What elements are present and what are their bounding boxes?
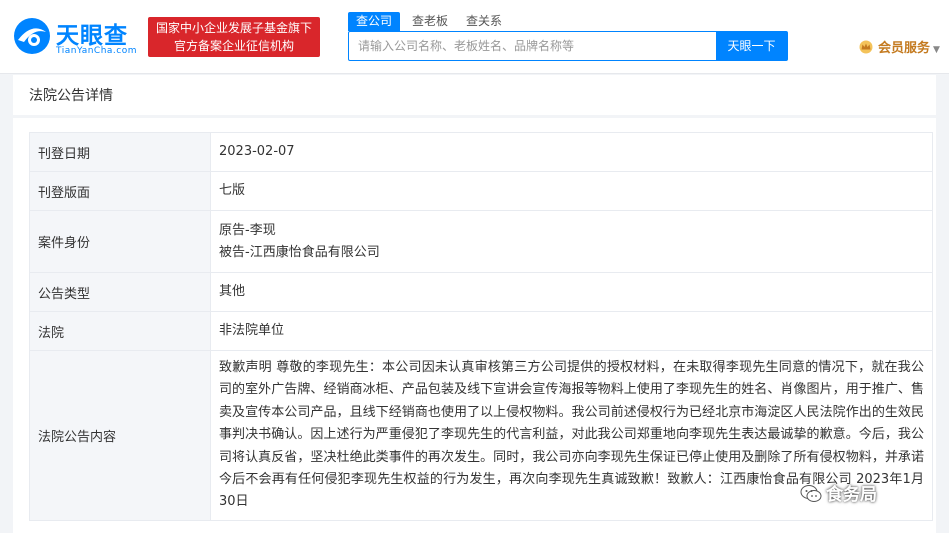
row-label-court: 法院 (29, 311, 211, 351)
table-row: 法院 非法院单位 (29, 311, 933, 351)
plaintiff-text: 原告-李现 (219, 222, 276, 238)
table-row: 法院公告内容 致歉声明 尊敬的李现先生：本公司因未认真审核第三方公司提供的授权材… (29, 350, 933, 521)
badge-line-2: 官方备案企业征信机构 (173, 39, 294, 53)
tab-boss[interactable]: 查老板 (412, 12, 448, 31)
table-row: 刊登日期 2023-02-07 (29, 132, 933, 172)
member-service-link[interactable]: 会员服务 ▼ (858, 37, 940, 56)
watermark-text: 食务局 (826, 485, 877, 505)
row-value-date: 2023-02-07 (210, 132, 933, 172)
chevron-down-icon: ▼ (933, 45, 940, 55)
logo-eye-icon (14, 18, 50, 54)
table-row: 刊登版面 七版 (29, 171, 933, 211)
row-value-parties: 原告-李现 被告-江西康怡食品有限公司 (210, 210, 933, 273)
badge-line-1: 国家中小企业发展子基金旗下 (155, 21, 312, 35)
row-label-page: 刊登版面 (29, 171, 211, 211)
row-label-type: 公告类型 (29, 272, 211, 312)
defendant-text: 被告-江西康怡食品有限公司 (219, 244, 380, 260)
detail-table: 刊登日期 2023-02-07 刊登版面 七版 案件身份 原告-李现 被告-江西… (29, 132, 933, 521)
brand-domain: TianYanCha.com (56, 46, 138, 56)
row-value-court: 非法院单位 (210, 311, 933, 351)
table-row: 公告类型 其他 (29, 272, 933, 312)
search-button[interactable]: 天眼一下 (716, 32, 787, 60)
wechat-icon (800, 485, 822, 502)
brand-name: 天眼查 (56, 23, 128, 49)
top-header: 天眼查 TianYanCha.com 国家中小企业发展子基金旗下 官方备案企业征… (0, 0, 949, 74)
row-value-type: 其他 (210, 272, 933, 312)
detail-card: 刊登日期 2023-02-07 刊登版面 七版 案件身份 原告-李现 被告-江西… (13, 118, 936, 533)
member-service-label: 会员服务 (878, 41, 931, 56)
tianyancha-logo[interactable]: 天眼查 TianYanCha.com (12, 16, 140, 60)
row-label-date: 刊登日期 (29, 132, 211, 172)
official-badge: 国家中小企业发展子基金旗下 官方备案企业征信机构 (148, 17, 320, 57)
row-label-content: 法院公告内容 (29, 350, 211, 521)
crown-icon (859, 40, 873, 54)
row-label-parties: 案件身份 (29, 210, 211, 273)
section-title-bar: 法院公告详情 (13, 75, 936, 115)
tab-company[interactable]: 查公司 (348, 12, 401, 31)
page-title: 法院公告详情 (29, 88, 113, 104)
table-row: 案件身份 原告-李现 被告-江西康怡食品有限公司 (29, 210, 933, 273)
row-value-page: 七版 (210, 171, 933, 211)
search-input[interactable] (349, 32, 717, 60)
watermark: 食务局 (800, 480, 877, 510)
tab-relation[interactable]: 查关系 (466, 12, 502, 31)
search-box: 天眼一下 (348, 31, 788, 61)
